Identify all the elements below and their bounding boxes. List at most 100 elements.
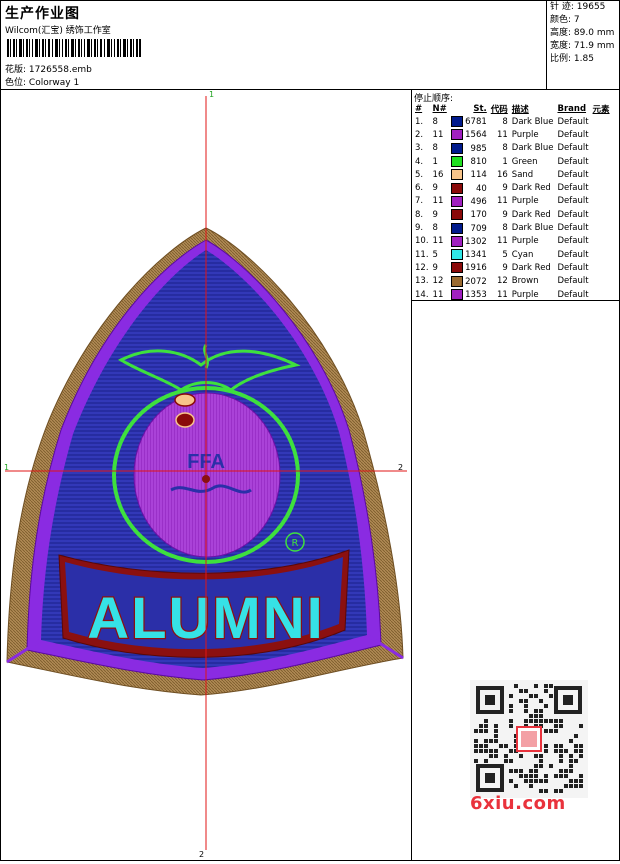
color-swatch (450, 116, 463, 128)
row-stitches: 985 (449, 142, 489, 155)
table-row: 12. 9 1916 9 Dark Red Default (413, 261, 612, 274)
qr-code (470, 680, 588, 798)
table-row: 2. 11 1564 11 Purple Default (413, 128, 612, 141)
row-description: Sand (511, 169, 534, 180)
stop-sequence-table: # N# St. 代码 描述 Brand 元素 1. 8 6781 8 Dark Blu… (413, 103, 612, 301)
stop-sequence-panel: 停止顺序: # N# St. 代码 描述 Brand 元素 1. 8 6781 8 Da… (412, 90, 619, 860)
stitch-count: 1916 (465, 263, 487, 274)
row-brand: Default (557, 169, 589, 180)
center-marker (202, 475, 210, 483)
row-brand: Default (557, 209, 589, 220)
marker-top: 1 (209, 90, 214, 99)
page-title: 生产作业图 (5, 6, 80, 22)
row-index: 6. (415, 183, 424, 194)
row-brand: Default (557, 196, 589, 207)
col-code: 代码 (490, 105, 508, 115)
marker-bottom: 2 (199, 850, 204, 859)
row-code: 5 (502, 249, 508, 260)
color-swatch (450, 262, 463, 274)
color-swatch (450, 182, 463, 194)
row-code: 9 (502, 183, 508, 194)
row-description: Dark Red (511, 209, 551, 220)
row-brand: Default (557, 156, 589, 167)
row-needle: 5 (432, 249, 438, 260)
stitch-count: 496 (470, 196, 487, 207)
color-swatch (450, 275, 463, 287)
watermark: 6xiu.com (470, 793, 566, 814)
row-description: Brown (511, 276, 539, 287)
row-index: 10. (415, 236, 429, 247)
row-stitches: 709 (449, 221, 489, 234)
row-element (591, 248, 612, 261)
row-needle: 8 (432, 116, 438, 127)
row-index: 7. (415, 196, 424, 207)
row-stitches: 40 (449, 181, 489, 194)
file-name: 花版: 1726558.emb (5, 62, 92, 75)
row-stitches: 496 (449, 195, 489, 208)
row-code: 11 (496, 236, 508, 247)
row-index: 13. (415, 276, 429, 287)
row-description: Cyan (511, 249, 534, 260)
stitch-count: 1564 (465, 130, 487, 141)
row-needle: 9 (432, 183, 438, 194)
row-code: 9 (502, 262, 508, 273)
table-row: 7. 11 496 11 Purple Default (413, 195, 612, 208)
row-index: 4. (415, 156, 424, 167)
stitch-count: 6781 (465, 117, 487, 128)
table-row: 8. 9 170 9 Dark Red Default (413, 208, 612, 221)
row-index: 12. (415, 262, 429, 273)
row-stitches: 1916 (449, 261, 489, 274)
row-element (591, 115, 612, 128)
stop-sequence-title: 停止顺序: (414, 94, 454, 104)
colorway-value: Colorway 1 (28, 78, 80, 88)
row-element (591, 261, 612, 274)
row-needle: 11 (432, 236, 444, 247)
marker-left: 1 (4, 463, 9, 472)
row-stitches: 1341 (449, 248, 489, 261)
row-description: Green (511, 156, 538, 167)
row-description: Dark Blue (511, 223, 554, 234)
col-element: 元素 (592, 105, 610, 115)
spec-stitches: 针 迹: 19655 (550, 2, 606, 12)
color-swatch (450, 169, 463, 181)
row-code: 12 (496, 276, 508, 287)
row-needle: 9 (432, 262, 438, 273)
row-description: Purple (511, 236, 539, 247)
row-needle: 16 (432, 169, 444, 180)
stitch-count: 810 (470, 157, 487, 168)
design-preview: FFA R ALUMNI 1 2 1 2 (1, 90, 412, 860)
row-needle: 1 (432, 156, 438, 167)
marker-right: 2 (398, 463, 403, 472)
row-needle: 12 (432, 276, 444, 287)
row-stitches: 810 (449, 155, 489, 168)
row-stitches: 6781 (449, 115, 489, 128)
row-element (591, 128, 612, 141)
row-stitches: 2072 (449, 275, 489, 288)
embroidery-design: FFA R ALUMNI 1 2 1 2 (4, 90, 407, 859)
table-row: 3. 8 985 8 Dark Blue Default (413, 142, 612, 155)
stitch-count: 1302 (465, 236, 487, 247)
color-swatch (450, 142, 463, 154)
row-brand: Default (557, 276, 589, 287)
row-brand: Default (557, 183, 589, 194)
stitch-count: 985 (470, 143, 487, 154)
color-swatch (450, 129, 463, 141)
owl-emblem (175, 412, 195, 428)
row-element (591, 195, 612, 208)
production-worksheet: 生产作业图 Wilcom(汇宝) 绣饰工作室 花版: 1726558.emb 色… (0, 0, 620, 861)
row-needle: 8 (432, 143, 438, 154)
row-code: 8 (502, 143, 508, 154)
row-description: Dark Blue (511, 143, 554, 154)
row-needle: 8 (432, 223, 438, 234)
row-code: 11 (496, 196, 508, 207)
eagle-emblem (174, 393, 196, 407)
row-brand: Default (557, 143, 589, 154)
table-row: 9. 8 709 8 Dark Blue Default (413, 221, 612, 234)
spec-width: 宽度: 71.9 mm (550, 41, 615, 51)
row-description: Purple (511, 129, 539, 140)
row-stitches: 114 (449, 168, 489, 181)
color-swatch (450, 235, 463, 247)
row-element (591, 168, 612, 181)
row-index: 8. (415, 209, 424, 220)
spec-list: 针 迹: 19655 颜色: 7 高度: 89.0 mm 宽度: 71.9 mm… (547, 1, 619, 89)
